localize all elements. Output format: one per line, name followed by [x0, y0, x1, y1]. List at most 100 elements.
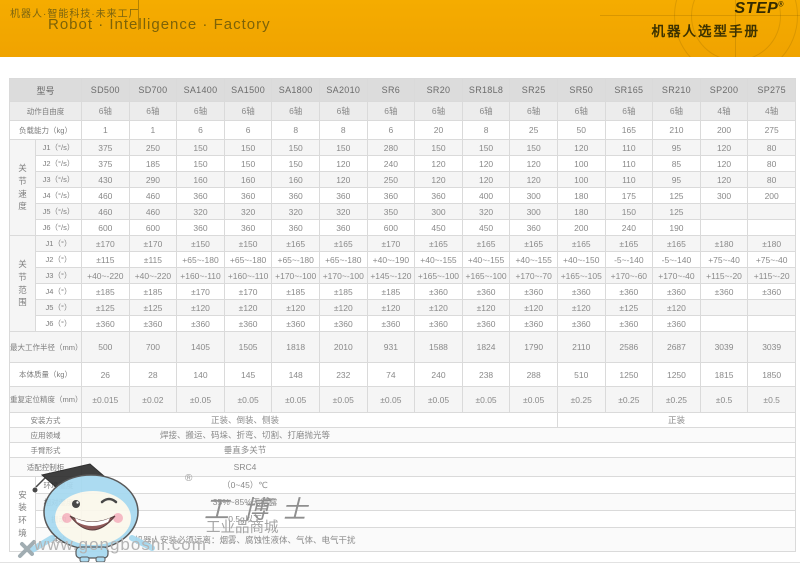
spec-cell: +165~-105: [557, 268, 605, 284]
spec-cell: ±360: [653, 284, 701, 300]
spec-cell: ±360: [367, 316, 415, 332]
spec-cell: ±0.05: [224, 387, 272, 413]
joint-range-row: J3（°）+40~-220+40~-220+160~-110+160~-110+…: [10, 268, 796, 284]
spec-cell: ±360: [129, 316, 177, 332]
joint-label: J3（°）: [36, 268, 82, 284]
spec-cell: 1: [129, 121, 177, 140]
spec-cell: 240: [605, 220, 653, 236]
spec-cell: ±360: [605, 284, 653, 300]
spec-cell: 4轴: [748, 102, 796, 121]
page-title: 机器人选型手册: [652, 20, 761, 40]
spec-cell: 360: [367, 188, 415, 204]
row-label: 最大工作半径（mm）: [10, 332, 82, 363]
spec-cell: 150: [177, 156, 225, 172]
spec-cell: 300: [700, 188, 748, 204]
model-header-cell: SA2010: [319, 79, 367, 102]
spec-cell: 320: [272, 204, 320, 220]
joint-label: J2（°）: [36, 252, 82, 268]
spec-cell: 6: [177, 121, 225, 140]
spec-cell: ±120: [177, 300, 225, 316]
spec-cell: +145~-120: [367, 268, 415, 284]
joint-label: J1（°/s）: [36, 140, 82, 156]
spec-cell: 250: [129, 140, 177, 156]
row-label: 手臂形式: [10, 443, 82, 458]
spec-cell: -5~-140: [653, 252, 701, 268]
spec-cell: 400: [462, 188, 510, 204]
spec-cell: 500: [82, 332, 130, 363]
spec-cell: 360: [177, 220, 225, 236]
joint-speed-row: J2（°/s）375185150150150120240120120120100…: [10, 156, 796, 172]
model-header-cell: SP200: [700, 79, 748, 102]
joint-label: J5（°）: [36, 300, 82, 316]
spec-cell: +75~-40: [748, 252, 796, 268]
spec-cell: 100: [557, 172, 605, 188]
spec-cell: 1505: [224, 332, 272, 363]
joint-speed-row: J6（°/s）600600360360360360600450450360200…: [10, 220, 796, 236]
spec-cell: [748, 316, 796, 332]
merged-value-cell: 0.5g以下: [82, 511, 796, 528]
joint-label: J4（°）: [36, 284, 82, 300]
row-label: 应用领域: [10, 428, 82, 443]
spec-cell: 360: [177, 188, 225, 204]
model-header-cell: SR6: [367, 79, 415, 102]
spec-cell: 600: [129, 220, 177, 236]
spec-cell: 360: [224, 188, 272, 204]
spec-cell: [748, 220, 796, 236]
spec-cell: 375: [82, 156, 130, 172]
model-header-cell: SR25: [510, 79, 558, 102]
spec-cell: 74: [367, 363, 415, 387]
spec-cell: ±0.05: [177, 387, 225, 413]
spec-cell: +170~-70: [510, 268, 558, 284]
spec-cell: 232: [319, 363, 367, 387]
spec-cell: 125: [653, 204, 701, 220]
spec-cell: 320: [319, 204, 367, 220]
spec-cell: ±185: [272, 284, 320, 300]
spec-cell: 6轴: [177, 102, 225, 121]
joint-range-row: J4（°）±185±185±170±170±185±185±185±360±36…: [10, 284, 796, 300]
spec-cell: 150: [177, 140, 225, 156]
spec-cell: 360: [224, 220, 272, 236]
model-header-cell: SR165: [605, 79, 653, 102]
catalog-page: { "header": { "brand_cn": "机器人·智能科技·未来工厂…: [0, 0, 800, 564]
spec-cell: 6轴: [319, 102, 367, 121]
spec-cell: 2586: [605, 332, 653, 363]
spec-cell: 185: [129, 156, 177, 172]
spec-cell: 120: [319, 156, 367, 172]
spec-cell: 150: [272, 156, 320, 172]
spec-cell: +40~-220: [82, 268, 130, 284]
group-label-range: 关节范围: [10, 236, 36, 332]
spec-cell: ±185: [82, 284, 130, 300]
spec-cell: 275: [748, 121, 796, 140]
spec-cell: 430: [82, 172, 130, 188]
spec-cell: 320: [462, 204, 510, 220]
spec-cell: 931: [367, 332, 415, 363]
spec-cell: +40~-190: [367, 252, 415, 268]
spec-cell: ±165: [272, 236, 320, 252]
spec-cell: 360: [510, 220, 558, 236]
spec-cell: ±165: [653, 236, 701, 252]
registered-mark-icon: ®: [778, 2, 784, 9]
spec-cell: 1588: [415, 332, 463, 363]
spec-cell: ±185: [129, 284, 177, 300]
spec-cell: ±170: [129, 236, 177, 252]
spec-cell: 3039: [748, 332, 796, 363]
spec-cell: ±165: [462, 236, 510, 252]
spec-cell: 28: [129, 363, 177, 387]
watermark-url: www.gongboshi.com: [34, 535, 207, 555]
spec-cell: ±360: [557, 284, 605, 300]
model-header-cell: SR210: [653, 79, 701, 102]
merged-value-cell: 垂直多关节: [82, 443, 796, 458]
spec-cell: 85: [653, 156, 701, 172]
merged-value-cell: 35%~85%无结露: [82, 494, 796, 511]
spec-cell: +115~-20: [748, 268, 796, 284]
spec-cell: 8: [462, 121, 510, 140]
spec-cell: 1818: [272, 332, 320, 363]
spec-cell: +65~-180: [177, 252, 225, 268]
spec-cell: 150: [319, 140, 367, 156]
spec-cell: ±360: [748, 284, 796, 300]
spec-cell: +160~-110: [177, 268, 225, 284]
spec-cell: 180: [557, 188, 605, 204]
joint-label: J6（°）: [36, 316, 82, 332]
spec-cell: ±360: [462, 284, 510, 300]
spec-cell: ±120: [510, 300, 558, 316]
